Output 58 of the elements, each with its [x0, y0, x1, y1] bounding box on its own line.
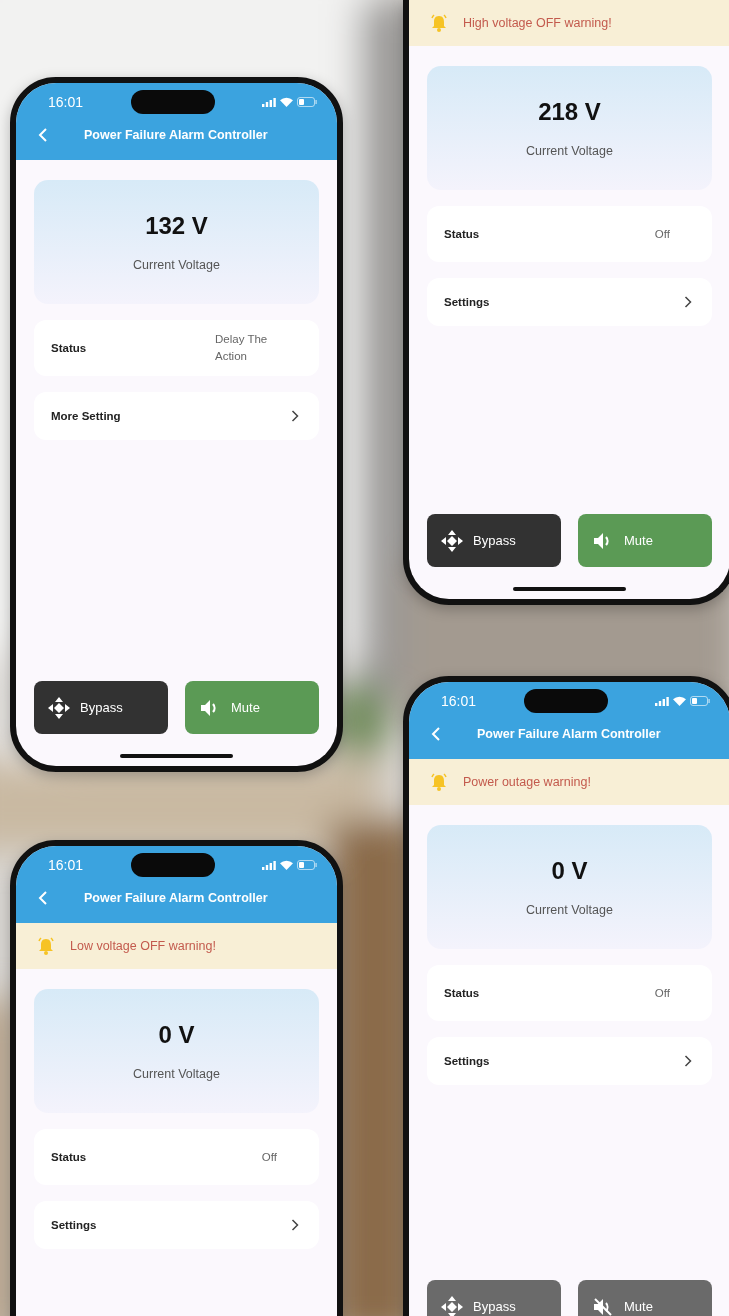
row-label: Settings: [444, 1055, 490, 1067]
bypass-button[interactable]: Bypass: [427, 514, 561, 567]
settings-row[interactable]: Settings: [427, 1037, 712, 1085]
voltage-reading: 0 V: [551, 857, 588, 885]
screen-title: Power Failure Alarm Controller: [84, 891, 268, 905]
back-icon[interactable]: [431, 727, 441, 741]
voltage-label: Current Voltage: [526, 903, 613, 917]
row-label: Status: [444, 987, 480, 999]
move-arrows-icon: [441, 529, 463, 552]
row-label: More Setting: [51, 410, 121, 422]
warning-text: High voltage OFF warning!: [463, 16, 612, 30]
bell-icon: [429, 13, 449, 33]
row-label: Status: [51, 342, 87, 354]
chevron-icon: [684, 296, 692, 308]
screen-title: Power Failure Alarm Controller: [84, 128, 268, 142]
move-arrows-icon: [441, 1295, 463, 1316]
battery-icon: [297, 860, 317, 870]
bell-icon: [429, 772, 449, 792]
voltage-reading: 132 V: [145, 212, 208, 240]
wifi-icon: [280, 860, 293, 870]
signal-icon: [262, 97, 276, 107]
status-value: Off: [654, 985, 670, 1001]
voltage-label: Current Voltage: [133, 258, 220, 272]
battery-icon: [690, 696, 710, 706]
row-label: Status: [444, 228, 480, 240]
status-time: 16:01: [441, 693, 477, 709]
settings-row[interactable]: More Setting: [34, 392, 319, 440]
warning-text: Low voltage OFF warning!: [70, 939, 216, 953]
wifi-icon: [280, 97, 293, 107]
status-value: Off: [654, 226, 670, 242]
wifi-icon: [673, 696, 686, 706]
chevron-icon: [684, 1055, 692, 1067]
warning-text: Power outage warning!: [463, 775, 591, 789]
bypass-button[interactable]: Bypass: [34, 681, 168, 734]
battery-icon: [297, 97, 317, 107]
voltage-reading: 0 V: [158, 1021, 195, 1049]
chevron-icon: [291, 410, 299, 422]
signal-icon: [262, 860, 276, 870]
signal-icon: [655, 696, 669, 706]
row-label: Settings: [444, 296, 490, 308]
back-icon[interactable]: [38, 891, 48, 905]
move-arrows-icon: [48, 696, 70, 719]
screen-title: Power Failure Alarm Controller: [477, 727, 661, 741]
row-label: Status: [51, 1151, 87, 1163]
voltage-label: Current Voltage: [133, 1067, 220, 1081]
settings-row[interactable]: Settings: [427, 278, 712, 326]
status-time: 16:01: [48, 94, 84, 110]
bell-icon: [36, 936, 56, 956]
chevron-icon: [291, 1219, 299, 1231]
voltage-label: Current Voltage: [526, 144, 613, 158]
status-value: Delay The Action: [215, 332, 269, 364]
row-label: Settings: [51, 1219, 97, 1231]
status-time: 16:01: [48, 857, 84, 873]
settings-row[interactable]: Settings: [34, 1201, 319, 1249]
voltage-reading: 218 V: [538, 98, 601, 126]
back-icon[interactable]: [38, 128, 48, 142]
status-value: Off: [261, 1149, 277, 1165]
muted-speaker-icon: [592, 1295, 614, 1316]
